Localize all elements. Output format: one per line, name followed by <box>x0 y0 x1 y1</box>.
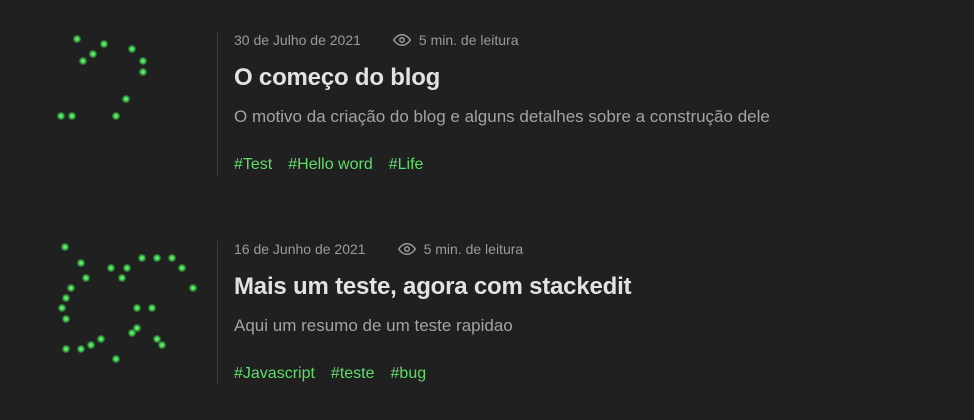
post-card[interactable]: 16 de Junho de 2021 5 min. de leitura Ma… <box>0 209 974 419</box>
green-dots-image <box>57 242 198 364</box>
read-time: 5 min. de leitura <box>423 241 524 257</box>
read-time: 5 min. de leitura <box>418 32 519 48</box>
post-date: 30 de Julho de 2021 <box>234 32 361 48</box>
post-summary: O motivo da criação do blog e alguns det… <box>234 107 770 126</box>
post-thumbnail[interactable] <box>56 26 202 166</box>
tag-link[interactable]: #Life <box>389 156 424 174</box>
post-title[interactable]: O começo do blog <box>234 64 440 92</box>
post-thumbnail[interactable] <box>56 235 202 375</box>
post-meta: 30 de Julho de 2021 5 min. de leitura <box>234 31 519 49</box>
tag-list: #Javascript #teste #bug <box>234 365 426 383</box>
eye-icon <box>392 31 411 49</box>
post-card[interactable]: 30 de Julho de 2021 5 min. de leitura O … <box>0 0 974 210</box>
tag-link[interactable]: #teste <box>331 365 375 383</box>
tag-list: #Test #Hello word #Life <box>234 156 423 174</box>
green-dots-image <box>56 34 148 121</box>
divider <box>217 241 218 385</box>
eye-icon <box>397 240 416 258</box>
tag-link[interactable]: #Test <box>234 156 272 174</box>
post-date: 16 de Junho de 2021 <box>234 241 366 257</box>
post-title[interactable]: Mais um teste, agora com stackedit <box>234 273 632 301</box>
tag-link[interactable]: #Javascript <box>234 365 315 383</box>
divider <box>217 32 218 176</box>
post-summary: Aqui um resumo de um teste rapidao <box>234 316 513 335</box>
tag-link[interactable]: #bug <box>391 365 427 383</box>
post-meta: 16 de Junho de 2021 5 min. de leitura <box>234 240 523 258</box>
tag-link[interactable]: #Hello word <box>288 156 372 174</box>
